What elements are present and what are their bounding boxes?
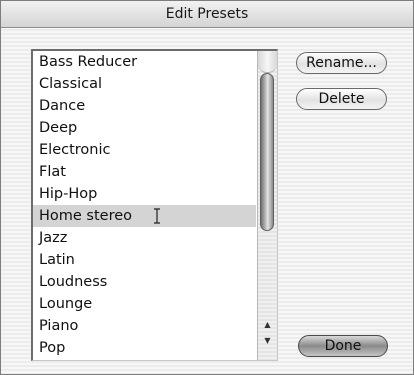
- scroll-up-arrow-icon[interactable]: ▲: [258, 318, 277, 332]
- scrollbar-top-cap: [258, 51, 277, 73]
- rename-button[interactable]: Rename...: [296, 52, 387, 74]
- list-item[interactable]: Electronic: [33, 139, 256, 161]
- list-item[interactable]: Deep: [33, 117, 256, 139]
- list-item[interactable]: Hip-Hop: [33, 183, 256, 205]
- delete-button[interactable]: Delete: [296, 88, 387, 110]
- edit-presets-dialog: Edit Presets Bass Reducer Classical Danc…: [0, 0, 414, 375]
- list-item[interactable]: Loudness: [33, 271, 256, 293]
- list-item[interactable]: Latin: [33, 249, 256, 271]
- list-item[interactable]: Pop: [33, 337, 256, 359]
- list-item[interactable]: Bass Reducer: [33, 51, 256, 73]
- presets-list-items: Bass Reducer Classical Dance Deep Electr…: [33, 51, 256, 359]
- scrollbar-thumb[interactable]: [260, 73, 274, 231]
- text-cursor-icon: [154, 208, 160, 224]
- list-item[interactable]: Classical: [33, 73, 256, 95]
- scroll-down-arrow-icon[interactable]: ▼: [258, 334, 277, 348]
- list-item[interactable]: Flat: [33, 161, 256, 183]
- done-button[interactable]: Done: [298, 335, 388, 357]
- list-item[interactable]: Dance: [33, 95, 256, 117]
- list-item[interactable]: Jazz: [33, 227, 256, 249]
- presets-list[interactable]: Bass Reducer Classical Dance Deep Electr…: [31, 49, 278, 361]
- vertical-scrollbar[interactable]: ▲ ▼: [257, 51, 277, 360]
- list-item[interactable]: Lounge: [33, 293, 256, 315]
- dialog-title: Edit Presets: [1, 1, 413, 28]
- list-item-selected[interactable]: Home stereo: [33, 205, 256, 227]
- list-item-label: Home stereo: [39, 208, 133, 224]
- list-item[interactable]: Piano: [33, 315, 256, 337]
